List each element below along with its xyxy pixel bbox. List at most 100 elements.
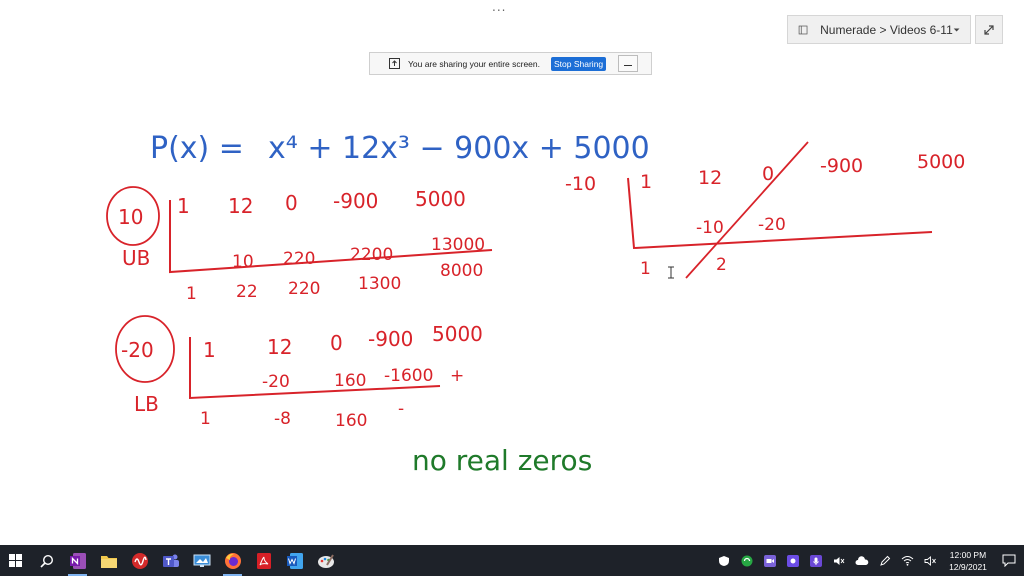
teams-icon xyxy=(162,554,179,567)
tray-volume[interactable] xyxy=(919,545,942,576)
taskbar-screen-capture[interactable] xyxy=(186,545,217,576)
upper-bound-division: 10 UB 1 12 0 -900 5000 10 220 2200 13000… xyxy=(106,186,493,304)
windows-taskbar: 12:00 PM 12/9/2021 xyxy=(0,545,1024,576)
taskbar-firefox[interactable] xyxy=(217,545,248,576)
whiteboard-canvas[interactable]: P(x) = x⁴ + 12x³ − 900x + 5000 10 UB 1 1… xyxy=(0,80,1024,545)
pdf-icon xyxy=(256,552,271,569)
ub-result: 22 xyxy=(236,282,258,302)
ub-coef: 1 xyxy=(177,194,190,218)
pen-icon xyxy=(879,555,890,566)
tray-wifi[interactable] xyxy=(896,545,919,576)
notebook-path: Numerade > Videos 6-11 xyxy=(820,22,953,37)
taskbar-paint[interactable] xyxy=(310,545,341,576)
system-tray: 12:00 PM 12/9/2021 xyxy=(712,545,1024,576)
word-icon xyxy=(286,552,303,569)
taskbar-onenote[interactable] xyxy=(62,545,93,576)
right-coef: 0 xyxy=(762,163,774,185)
ub-product: 10 xyxy=(232,252,254,272)
lb-coef: 1 xyxy=(203,338,216,362)
ub-test-value: 10 xyxy=(118,205,143,229)
right-result: 1 xyxy=(640,259,651,279)
window-menu-dots[interactable]: ... xyxy=(492,0,506,14)
share-message: You are sharing your entire screen. xyxy=(408,58,540,69)
notebook-icon xyxy=(798,25,808,34)
ub-coef: -900 xyxy=(333,189,378,213)
expand-icon xyxy=(984,24,994,35)
monitor-icon xyxy=(193,554,210,567)
chevron-down-icon xyxy=(953,28,960,31)
tray-pen[interactable] xyxy=(873,545,896,576)
tray-sync[interactable] xyxy=(735,545,758,576)
taskbar-teams[interactable] xyxy=(155,545,186,576)
video-camera-icon xyxy=(763,554,776,567)
app-tile-icon xyxy=(786,554,799,567)
lb-result: 1 xyxy=(200,409,211,429)
cloud-icon xyxy=(855,555,868,565)
wifi-icon xyxy=(901,556,914,566)
minimize-icon xyxy=(624,65,633,66)
lb-coef: -900 xyxy=(368,327,413,351)
right-coef: 5000 xyxy=(917,151,965,173)
tray-defender[interactable] xyxy=(712,545,735,576)
paint-icon xyxy=(317,553,334,568)
notification-center-button[interactable] xyxy=(994,545,1024,576)
lb-product: 160 xyxy=(334,371,366,391)
equation: P(x) = x⁴ + 12x³ − 900x + 5000 xyxy=(150,131,650,166)
search-icon xyxy=(39,554,53,568)
windows-icon xyxy=(9,554,22,567)
right-product: -20 xyxy=(758,215,786,235)
screen-share-bar: You are sharing your entire screen. Stop… xyxy=(369,52,652,75)
tray-cloud[interactable] xyxy=(850,545,873,576)
equation-lhs: P(x) = xyxy=(150,131,244,166)
ub-product: 13000 xyxy=(431,235,485,255)
minimize-share-bar-button[interactable] xyxy=(618,55,639,72)
notebook-selector[interactable]: Numerade > Videos 6-11 xyxy=(787,15,971,44)
app-circle-icon xyxy=(131,552,148,569)
ub-result: 1300 xyxy=(358,274,401,294)
ub-coef: 12 xyxy=(228,194,253,218)
lb-tag: LB xyxy=(134,392,159,416)
right-coef: -900 xyxy=(820,155,863,177)
lower-bound-division: -20 LB 1 12 0 -900 5000 -20 160 -1600 + … xyxy=(115,315,483,431)
taskbar-acrobat[interactable] xyxy=(248,545,279,576)
lb-coef: 0 xyxy=(330,331,343,355)
division-bracket xyxy=(627,177,933,250)
taskbar-clock[interactable]: 12:00 PM 12/9/2021 xyxy=(942,545,994,576)
ub-result: 1 xyxy=(186,284,197,304)
ub-product: 220 xyxy=(283,249,315,269)
share-screen-icon xyxy=(389,58,400,69)
right-product: -10 xyxy=(696,218,724,238)
right-coef: 1 xyxy=(640,171,652,193)
tray-microphone[interactable] xyxy=(804,545,827,576)
tray-app[interactable] xyxy=(781,545,804,576)
ub-coef: 0 xyxy=(285,191,298,215)
taskbar-ravel[interactable] xyxy=(124,545,155,576)
speaker-muted-icon xyxy=(833,556,844,565)
tray-zoom[interactable] xyxy=(758,545,781,576)
equation-rhs: x⁴ + 12x³ − 900x + 5000 xyxy=(268,131,650,166)
volume-muted-icon xyxy=(924,555,936,566)
lb-coef: 12 xyxy=(267,335,292,359)
ub-product: 2200 xyxy=(350,245,393,265)
taskbar-word[interactable] xyxy=(279,545,310,576)
taskbar-file-explorer[interactable] xyxy=(93,545,124,576)
taskbar-search[interactable] xyxy=(31,545,62,576)
firefox-icon xyxy=(224,552,241,569)
notification-icon xyxy=(1002,554,1016,567)
shield-icon xyxy=(718,555,729,566)
start-button[interactable] xyxy=(0,545,31,576)
onenote-icon xyxy=(69,552,86,569)
ub-tag: UB xyxy=(122,246,150,270)
lb-result: - xyxy=(398,399,404,419)
right-coef: 12 xyxy=(698,167,722,189)
lb-result: -8 xyxy=(274,409,291,429)
ub-coef: 5000 xyxy=(415,187,466,211)
ub-result: 8000 xyxy=(440,261,483,281)
sync-icon xyxy=(741,555,752,566)
stop-sharing-button[interactable]: Stop Sharing xyxy=(551,56,607,71)
expand-button[interactable] xyxy=(975,15,1003,44)
tray-muted[interactable] xyxy=(827,545,850,576)
lb-test-value: -20 xyxy=(121,338,154,362)
ub-result: 220 xyxy=(288,279,320,299)
folder-icon xyxy=(100,555,117,568)
